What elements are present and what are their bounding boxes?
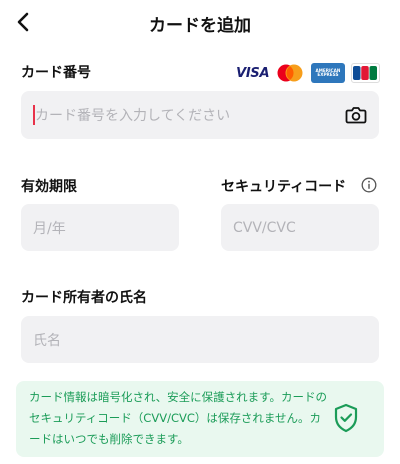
cardholder-name-input[interactable]: 氏名 [21,316,379,363]
info-icon[interactable] [361,177,377,193]
amex-logo: AMERICAN EXPRESS [311,63,345,83]
expiry-label: 有効期限 [21,179,77,195]
camera-button[interactable] [345,105,367,125]
card-brand-logos: VISA AMERICAN EXPRESS [236,62,381,84]
security-notice-text: カード情報は暗号化され、安全に保護されます。カードのセキュリティコード（CVV/… [29,390,327,446]
security-notice: カード情報は暗号化され、安全に保護されます。カードのセキュリティコード（CVV/… [16,381,384,457]
card-number-input[interactable]: カード番号を入力してください [21,91,379,139]
cardholder-name-placeholder: 氏名 [33,332,61,349]
visa-logo: VISA [236,63,270,83]
expiry-placeholder: 月/年 [33,220,66,237]
page-title: カードを追加 [149,16,251,36]
expiry-input[interactable]: 月/年 [21,204,179,251]
cvv-label: セキュリティコード [221,179,347,195]
camera-icon [345,107,367,124]
top-bar: カードを追加 [0,0,400,46]
card-number-label: カード番号 [21,65,91,81]
cardholder-name-label: カード所有者の氏名 [21,290,147,306]
cvv-placeholder: CVV/CVC [233,219,296,236]
shield-check-icon [334,403,358,433]
cvv-input[interactable]: CVV/CVC [221,204,379,251]
mastercard-logo [275,63,305,83]
jcb-logo [350,63,381,83]
card-number-placeholder: カード番号を入力してください [35,108,231,124]
